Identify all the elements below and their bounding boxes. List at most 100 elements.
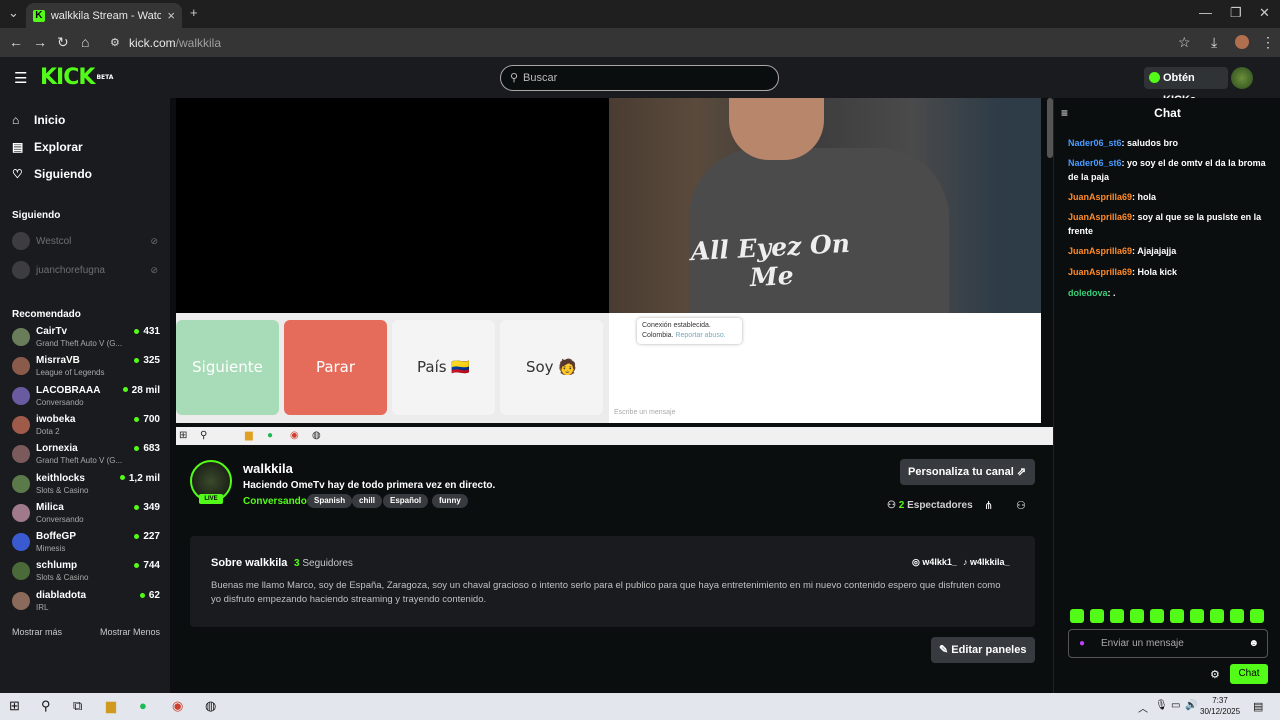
url-field[interactable]: kick.com/walkkila [129, 36, 221, 50]
chat-username[interactable]: JuanAsprilla69 [1068, 246, 1132, 256]
menu-kebab-icon[interactable]: ⋮ [1261, 34, 1275, 51]
chrome-icon[interactable]: ◉ [172, 698, 183, 714]
emote-icon[interactable] [1090, 609, 1104, 623]
chat-username[interactable]: JuanAsprilla69 [1068, 192, 1132, 202]
recommended-channel[interactable]: schlump Slots & Casino 744 [12, 558, 160, 586]
pencil-icon: ✎ [939, 644, 952, 656]
chat-username[interactable]: JuanAsprilla69 [1068, 212, 1132, 222]
tab-close-icon[interactable]: × [167, 8, 175, 23]
channel-name[interactable]: walkkila [243, 461, 293, 476]
system-clock[interactable]: 7:37 30/12/2025 [1200, 695, 1240, 717]
channel-name: diabladota [36, 589, 87, 601]
obs-icon: ◍ [312, 430, 321, 441]
restore-icon[interactable]: ❐ [1230, 5, 1242, 21]
logo-text: KICK [40, 65, 95, 90]
recommended-channel[interactable]: CairTv Grand Theft Auto V (G... 431 [12, 324, 160, 352]
volume-icon[interactable]: 🔊 [1185, 700, 1197, 711]
kick-logo[interactable]: KICK BETA [40, 67, 113, 89]
viewer-count: ⚇ 2 Espectadores [887, 500, 973, 511]
tag[interactable]: Español [383, 494, 429, 508]
network-icon[interactable]: ▭ [1171, 700, 1180, 711]
recommended-channel[interactable]: MisrraVB League of Legends 325 [12, 353, 160, 381]
edit-panels-button[interactable]: ✎ Editar paneles [931, 637, 1035, 663]
following-item[interactable]: Westcol ⊘ [12, 230, 162, 252]
channel-name: iwobeka [36, 413, 76, 425]
emote-icon[interactable] [1210, 609, 1224, 623]
channel-category: Conversando [36, 397, 84, 407]
home-icon: ⌂ [12, 113, 20, 127]
emote-icon[interactable] [1170, 609, 1184, 623]
tag[interactable]: Spanish [307, 494, 353, 508]
user-avatar[interactable] [1231, 67, 1253, 89]
following-item[interactable]: juanchorefugna ⊘ [12, 259, 162, 281]
emote-icon[interactable] [1070, 609, 1084, 623]
recommended-channel[interactable]: diabladota IRL 62 [12, 588, 160, 616]
tab-search-icon[interactable]: ⌄ [8, 5, 19, 21]
hamburger-icon[interactable]: ☰ [14, 69, 27, 87]
spotify-icon[interactable]: ● [139, 698, 147, 713]
file-explorer-icon[interactable]: ▆ [106, 698, 116, 714]
emote-icon[interactable] [1110, 609, 1124, 623]
search-input[interactable]: ⚲ Buscar [500, 65, 779, 91]
share-icon[interactable]: ⋔ [984, 499, 993, 512]
recommended-channel[interactable]: Lornexia Grand Theft Auto V (G... 683 [12, 441, 160, 469]
download-icon[interactable]: ⤓ [1211, 34, 1217, 51]
tag[interactable]: chill [352, 494, 383, 508]
show-more-link[interactable]: Mostrar más [12, 627, 62, 637]
chat-message: Nader06_st6: saludos bro [1068, 136, 1268, 150]
show-less-link[interactable]: Mostrar Menos [100, 627, 160, 637]
search-icon[interactable]: ⚲ [41, 698, 51, 714]
bookmark-star-icon[interactable]: ☆ [1178, 34, 1191, 51]
mic-tray-icon[interactable]: 🎙 [1155, 700, 1168, 711]
customize-channel-button[interactable]: Personaliza tu canal ⇗ [900, 459, 1035, 485]
report-link: Reportar abuso. [675, 332, 726, 339]
site-info-icon[interactable]: ⚙ [110, 36, 120, 49]
instagram-link[interactable]: ◎ w4lkk1_ [912, 557, 957, 568]
sidebar-item-siguiendo[interactable]: ♡ Siguiendo [12, 167, 92, 181]
back-icon[interactable]: ← [9, 34, 23, 50]
chat-send-button[interactable]: Chat [1230, 664, 1268, 684]
recommended-channel[interactable]: iwobeka Dota 2 700 [12, 412, 160, 440]
chat-username[interactable]: doledova [1068, 288, 1108, 298]
tray-chevron-icon[interactable]: ︿ [1138, 700, 1148, 715]
chat-username[interactable]: Nader06_st6 [1068, 138, 1122, 148]
sidebar-item-inicio[interactable]: ⌂ Inicio [12, 113, 65, 127]
emote-icon[interactable] [1130, 609, 1144, 623]
tag[interactable]: funny [432, 494, 468, 508]
tiktok-link[interactable]: ♪ w4lkkila_ [963, 557, 1010, 567]
notification-icon[interactable]: ▤ [1253, 700, 1263, 713]
get-kicks-button[interactable]: Obtén KICKs [1144, 67, 1228, 106]
minimize-icon[interactable]: — [1199, 5, 1212, 20]
recommended-channel[interactable]: LACOBRAAA Conversando 28 mil [12, 383, 160, 411]
home-browser-icon[interactable]: ⌂ [81, 34, 89, 50]
chat-settings-icon[interactable]: ⚙ [1210, 668, 1220, 681]
new-tab-icon[interactable]: + [190, 5, 198, 20]
recommended-channel[interactable]: keithlocks Slots & Casino 1,2 mil [12, 471, 160, 499]
emote-icon[interactable] [1230, 609, 1244, 623]
chat-input[interactable]: ● Enviar un mensaje ☻ [1068, 629, 1268, 658]
chat-username[interactable]: JuanAsprilla69 [1068, 267, 1132, 277]
emote-icon[interactable] [1150, 609, 1164, 623]
windows-start-icon[interactable]: ⊞ [9, 698, 20, 714]
about-title: Sobre walkkila [211, 557, 288, 569]
mic-icon[interactable]: ● [1079, 630, 1085, 657]
ometv-panel: Siguiente Parar País 🇨🇴 Soy 🧑 Conexión e… [176, 313, 1041, 423]
obs-icon[interactable]: ◍ [205, 698, 216, 714]
emote-icon[interactable] [1250, 609, 1264, 623]
close-window-icon[interactable]: ✕ [1259, 5, 1270, 21]
forward-icon[interactable]: → [33, 34, 47, 50]
sidebar-item-explorar[interactable]: ▤ Explorar [12, 140, 83, 154]
recommended-channel[interactable]: BoffeGP Mimesis 227 [12, 529, 160, 557]
browser-tab[interactable]: K walkkila Stream - Watch Live o × [26, 3, 182, 28]
address-bar: ← → ↻ ⌂ ⚙ kick.com/walkkila ☆ ⤓ ⋮ [0, 28, 1280, 57]
reload-icon[interactable]: ↻ [57, 34, 69, 51]
recommended-channel[interactable]: Milica Conversando 349 [12, 500, 160, 528]
stream-category[interactable]: Conversando [243, 496, 307, 507]
emoji-icon[interactable]: ☻ [1248, 630, 1259, 657]
follow-user-icon[interactable]: ⚇ [1016, 499, 1026, 512]
profile-icon[interactable] [1235, 35, 1249, 49]
emote-icon[interactable] [1190, 609, 1204, 623]
sidebar: ⌂ Inicio ▤ Explorar ♡ Siguiendo Siguiendo W… [0, 98, 170, 693]
task-view-icon[interactable]: ⧉ [73, 698, 82, 714]
chat-username[interactable]: Nader06_st6 [1068, 158, 1122, 168]
